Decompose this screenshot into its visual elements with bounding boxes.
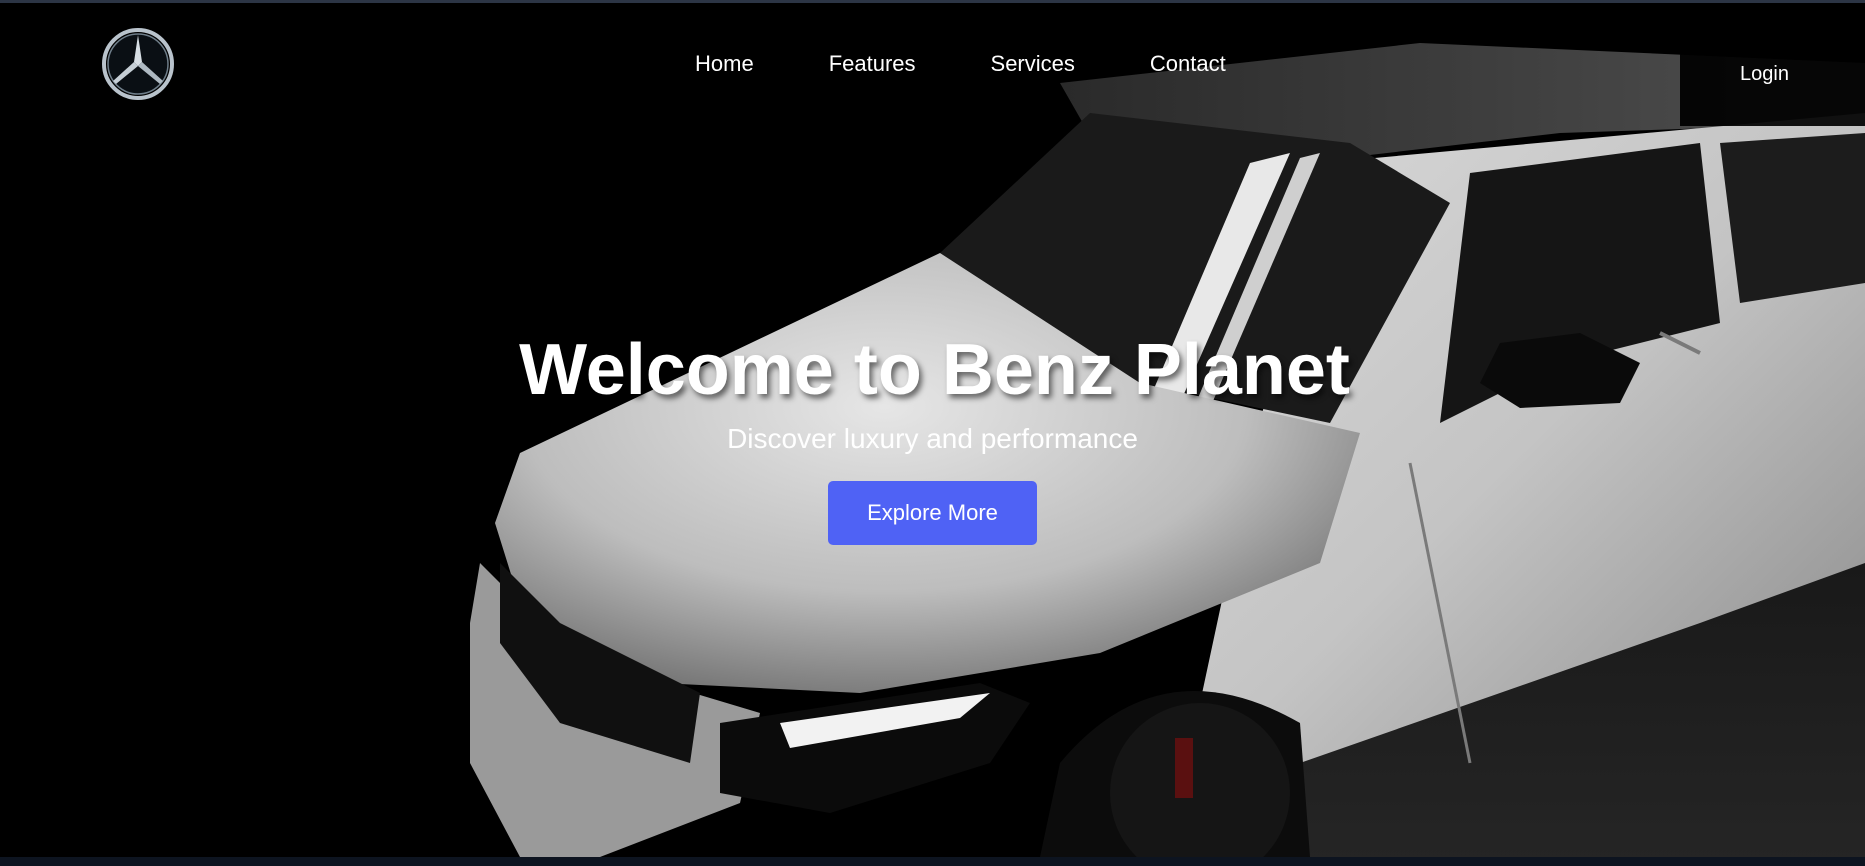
landing-page: Home Features Services Contact Login Wel…: [0, 0, 1865, 866]
main-nav: Home Features Services Contact: [695, 48, 1226, 80]
nav-features-link[interactable]: Features: [829, 48, 916, 80]
nav-contact-link[interactable]: Contact: [1150, 48, 1226, 80]
nav-home-link[interactable]: Home: [695, 48, 754, 80]
login-link[interactable]: Login: [1740, 60, 1789, 88]
hero-subtitle: Discover luxury and performance: [727, 423, 1138, 454]
explore-more-button[interactable]: Explore More: [828, 481, 1037, 545]
nav-services-link[interactable]: Services: [991, 48, 1075, 80]
bottom-border: [0, 857, 1865, 866]
hero-title: Welcome to Benz Planet: [519, 330, 1350, 410]
mercedes-star-icon[interactable]: [100, 26, 176, 102]
